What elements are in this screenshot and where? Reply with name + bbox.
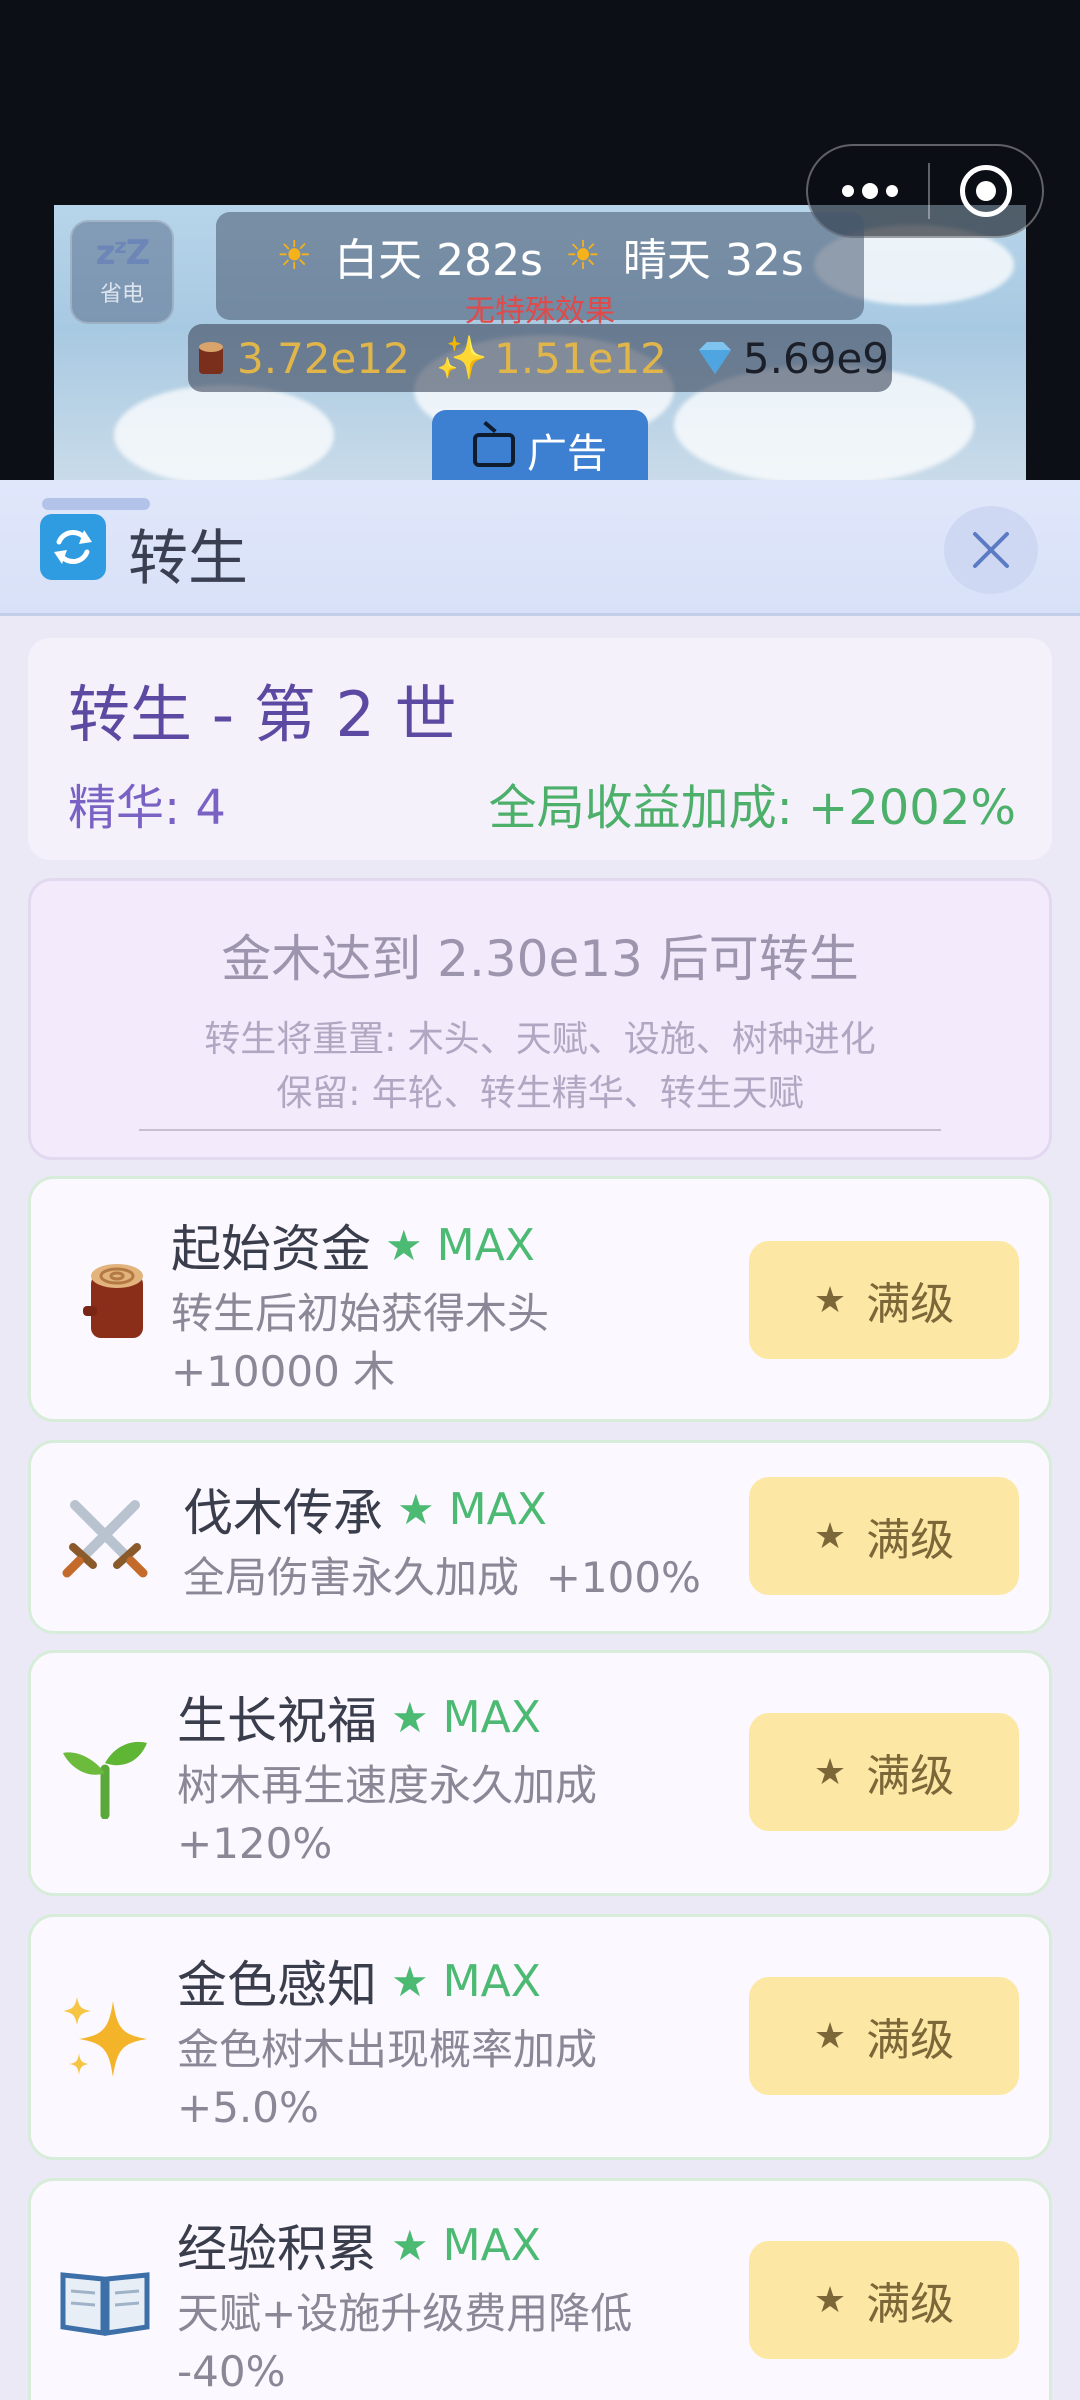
more-dots-icon[interactable] xyxy=(842,183,898,199)
weather-panel: ☀ 白天 282s ☀ 晴天 32s 无特殊效果 xyxy=(216,212,864,329)
skill-name: 伐木传承 xyxy=(183,1484,383,1542)
close-icon xyxy=(973,532,1009,568)
sleep-icon: zᶻZ xyxy=(95,233,151,273)
close-button[interactable] xyxy=(944,506,1038,594)
skill-desc: 金色树木出现概率加成 xyxy=(177,2025,598,2074)
skill-max-label: MAX xyxy=(442,1955,541,2007)
skill-card-logging-legacy: 伐木传承 ★ MAX 全局伤害永久加成 +100% ★ 满级 xyxy=(28,1440,1052,1634)
skill-name: 生长祝福 xyxy=(177,1692,377,1750)
crossed-swords-icon xyxy=(57,1489,153,1585)
rebirth-info-card: 转生 - 第 2 世 精华: 4 全局收益加成: +2002% xyxy=(28,638,1052,860)
skill-card-golden-sense: 金色感知 ★ MAX 金色树木出现概率加成 +5.0% ★ 满级 xyxy=(28,1914,1052,2160)
star-icon: ★ xyxy=(385,1220,423,1270)
day-timer: 白天 282s xyxy=(334,235,543,286)
star-icon: ★ xyxy=(813,1515,847,1557)
weather-timer: 晴天 32s xyxy=(622,235,804,286)
skill-max-label: MAX xyxy=(442,1691,541,1743)
rebirth-requirement: 金木达到 2.30e13 后可转生 xyxy=(221,930,859,988)
diamond-count: 5.69e9 xyxy=(742,333,889,383)
wood-count: 3.72e12 xyxy=(237,333,410,383)
ad-label: 广告 xyxy=(527,431,607,477)
capsule-divider xyxy=(928,163,930,219)
star-icon: ★ xyxy=(813,1751,847,1793)
panel-title: 转生 xyxy=(128,524,248,594)
reset-note: 转生将重置: 木头、天赋、设施、树种进化 xyxy=(204,1019,876,1060)
skill-card-starting-funds: 起始资金 ★ MAX 转生后初始获得木头 +10000 木 ★ 满级 xyxy=(28,1176,1052,1422)
skill-name: 经验积累 xyxy=(177,2220,377,2278)
star-icon: ★ xyxy=(813,2015,847,2057)
skill-value: +5.0% xyxy=(177,2083,319,2132)
skill-value: -40% xyxy=(177,2347,286,2396)
skill-value: +10000 木 xyxy=(171,1347,396,1396)
skill-desc: 全局伤害永久加成 +100% xyxy=(183,1553,701,1602)
max-level-label: 满级 xyxy=(866,1751,955,1802)
skill-name: 起始资金 xyxy=(171,1220,371,1278)
star-icon: ★ xyxy=(391,1692,429,1742)
max-level-label: 满级 xyxy=(866,1279,955,1330)
skill-desc: 天赋+设施升级费用降低 xyxy=(177,2289,633,2338)
star-icon: ★ xyxy=(813,2279,847,2321)
sprout-icon xyxy=(57,1723,153,1819)
star-icon: ★ xyxy=(391,1956,429,2006)
skill-max-label: MAX xyxy=(442,2219,541,2271)
max-level-label: 满级 xyxy=(866,2279,955,2330)
open-book-icon xyxy=(57,2251,153,2347)
resource-bar: 3.72e12 ✨ 1.51e12 5.69e9 xyxy=(188,324,892,392)
max-level-button[interactable]: ★ 满级 xyxy=(749,1977,1019,2095)
max-level-button[interactable]: ★ 满级 xyxy=(749,2241,1019,2359)
essence-count: 精华: 4 xyxy=(68,780,226,836)
keep-note: 保留: 年轮、转生精华、转生天赋 xyxy=(276,1073,804,1114)
max-level-button[interactable]: ★ 满级 xyxy=(749,1713,1019,1831)
rebirth-generation: 转生 - 第 2 世 xyxy=(68,678,457,751)
sun-icon: ☀ xyxy=(565,233,601,279)
panel-header: 转生 xyxy=(0,480,1080,616)
log-icon xyxy=(69,1253,165,1349)
skill-max-label: MAX xyxy=(448,1483,547,1535)
skill-max-label: MAX xyxy=(436,1219,535,1271)
max-level-button[interactable]: ★ 满级 xyxy=(749,1477,1019,1595)
power-save-button[interactable]: zᶻZ 省电 xyxy=(70,220,174,324)
skill-card-experience: 经验积累 ★ MAX 天赋+设施升级费用降低 -40% ★ 满级 xyxy=(28,2178,1052,2400)
tv-icon xyxy=(473,433,515,467)
skill-value: +120% xyxy=(177,1819,333,1868)
max-level-button[interactable]: ★ 满级 xyxy=(749,1241,1019,1359)
skill-card-growth-blessing: 生长祝福 ★ MAX 树木再生速度永久加成 +120% ★ 满级 xyxy=(28,1650,1052,1896)
rebirth-condition-card: 金木达到 2.30e13 后可转生 转生将重置: 木头、天赋、设施、树种进化 保… xyxy=(28,878,1052,1160)
sparkle-icon: ✨ xyxy=(435,333,489,382)
skill-desc: 树木再生速度永久加成 xyxy=(177,1761,598,1810)
star-icon: ★ xyxy=(391,2220,429,2270)
drag-handle[interactable] xyxy=(42,498,150,510)
star-icon: ★ xyxy=(397,1484,435,1534)
max-level-label: 满级 xyxy=(866,2015,955,2066)
rebirth-panel: 转生 转生 - 第 2 世 精华: 4 全局收益加成: +2002% 金木达到 … xyxy=(0,480,1080,2400)
global-bonus: 全局收益加成: +2002% xyxy=(488,780,1016,836)
refresh-icon xyxy=(40,514,106,580)
diamond-icon xyxy=(698,342,731,374)
divider xyxy=(139,1129,941,1131)
log-icon xyxy=(199,342,223,374)
skill-name: 金色感知 xyxy=(177,1956,377,2014)
target-icon[interactable] xyxy=(960,165,1012,217)
sun-icon: ☀ xyxy=(276,233,313,279)
gold-wood-count: 1.51e12 xyxy=(494,333,667,383)
star-icon: ★ xyxy=(813,1279,847,1321)
max-level-label: 满级 xyxy=(866,1515,955,1566)
ad-button[interactable]: 广告 xyxy=(432,410,648,490)
skill-desc: 转生后初始获得木头 xyxy=(171,1289,550,1338)
power-save-label: 省电 xyxy=(99,282,144,307)
sparkles-icon xyxy=(57,1989,153,2085)
